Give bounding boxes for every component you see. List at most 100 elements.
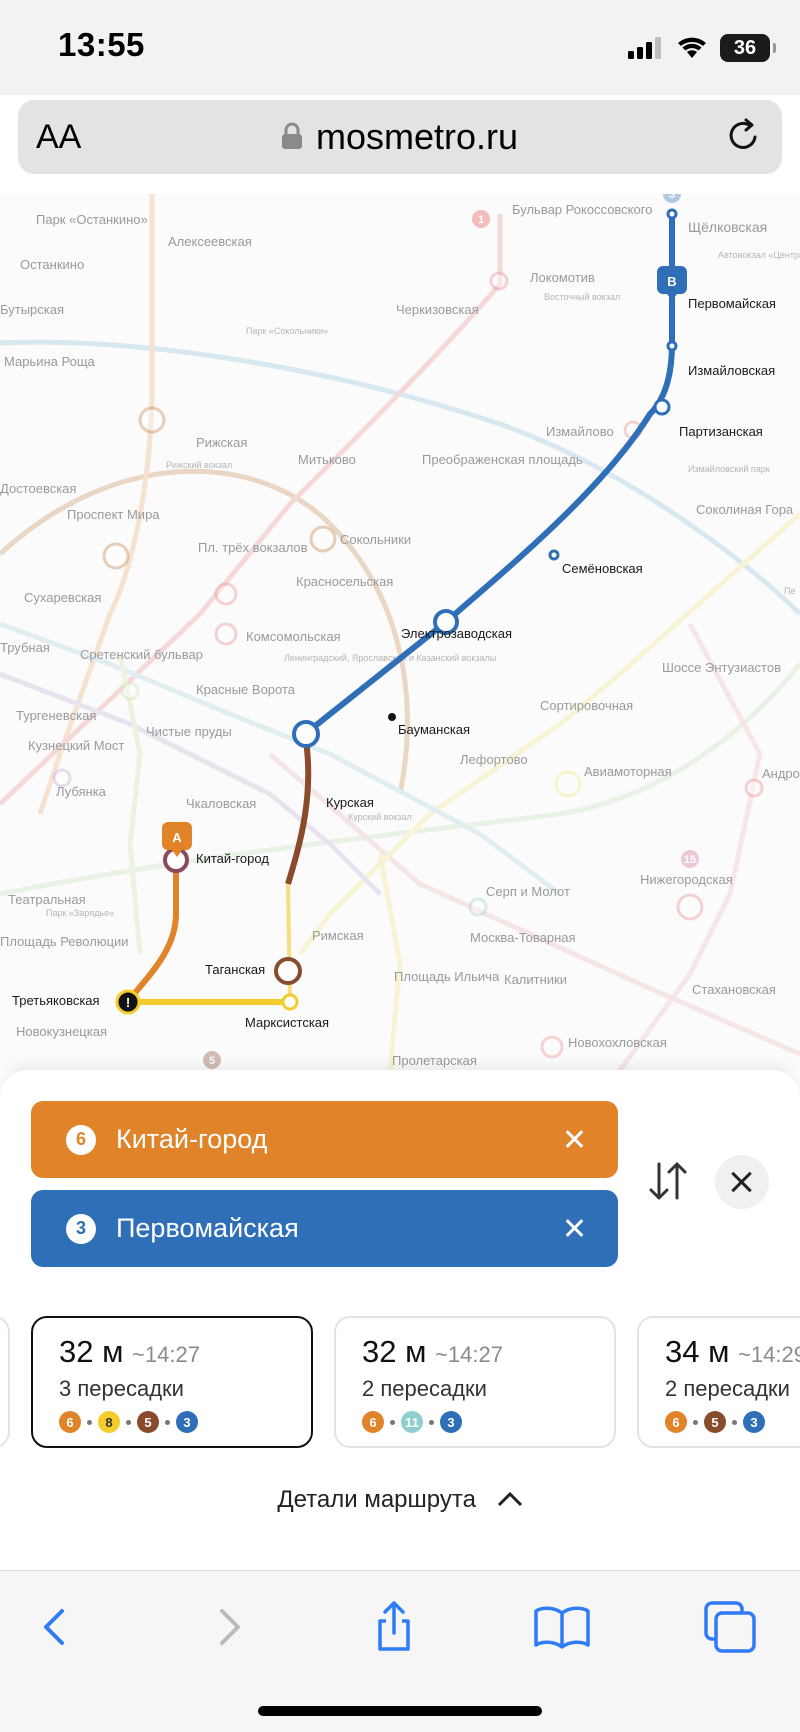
station-label: Измайлово (546, 424, 614, 439)
station-label: Останкино (20, 257, 84, 272)
chevron-up-icon (497, 1486, 523, 1514)
station-label: Марьина Роща (4, 354, 96, 369)
battery-icon: 36 (720, 34, 776, 62)
station-label: Лефортово (460, 752, 528, 767)
clear-to-button[interactable] (560, 1214, 590, 1244)
line-chip: 5 (137, 1411, 159, 1433)
station-label: Сокольники (340, 532, 411, 547)
line-chips: 6 8 5 3 (59, 1411, 198, 1433)
station-transfer-kurskaya[interactable] (292, 720, 320, 748)
station-dot[interactable] (666, 208, 678, 220)
status-bar: 13:55 36 (0, 0, 800, 95)
start-marker-label: A (172, 830, 182, 845)
route-station-label[interactable]: Таганская (205, 962, 265, 977)
station-label: Преображенская площадь (422, 452, 583, 467)
line-number-badge: 15 (684, 854, 696, 866)
station-label: Новохохловская (568, 1035, 667, 1050)
route-options[interactable]: 32 м ~14:27 3 пересадки 6 8 5 3 32 м ~14… (0, 1316, 800, 1450)
close-route-button[interactable] (715, 1155, 769, 1209)
route-station-label[interactable]: Курская (326, 795, 374, 810)
route-option[interactable]: 32 м ~14:27 3 пересадки 6 8 5 3 (31, 1316, 313, 1448)
station-dot[interactable] (388, 713, 396, 721)
route-station-label[interactable]: Семёновская (562, 561, 643, 576)
station-label: Стахановская (692, 982, 776, 997)
status-icons: 36 (628, 30, 776, 66)
landmark-label: Парк «Останкино» (36, 212, 148, 227)
landmark-label: Парк «Зарядье» (46, 908, 114, 918)
station-label: Нижегородская (640, 872, 733, 887)
chevron-left-icon[interactable] (26, 1597, 86, 1657)
chevron-right-icon[interactable] (198, 1597, 258, 1657)
duration: 32 м ~14:27 (59, 1334, 200, 1370)
station-label: Бутырская (0, 302, 64, 317)
reload-icon[interactable] (724, 116, 764, 156)
station-label: Бульвар Рокоссовского (512, 202, 652, 217)
line-number-badge: 5 (209, 1055, 215, 1067)
landmark-label: Ленинградский, Ярославский и Казанский в… (284, 653, 496, 663)
route-option-prev[interactable] (0, 1316, 10, 1448)
lock-icon (282, 122, 302, 149)
station-dot[interactable] (548, 549, 560, 561)
landmark-label: Парк «Сокольники» (246, 326, 328, 336)
station-label: Щёлковская (688, 219, 767, 235)
arrival-time: ~14:27 (132, 1342, 200, 1367)
route-station-label[interactable]: Измайловская (688, 363, 775, 378)
line-badge: 6 (66, 1124, 96, 1155)
station-label: Андро (762, 766, 800, 781)
transfers: 2 пересадки (665, 1376, 790, 1401)
route-station-label[interactable]: Бауманская (398, 722, 470, 737)
station-label: Кузнецкий Мост (28, 738, 124, 753)
line-chips: 6 5 3 (665, 1411, 765, 1433)
station-label: Комсомольская (246, 629, 341, 644)
route-option[interactable]: 34 м ~14:29 2 пересадки 6 5 3 (637, 1316, 800, 1448)
swap-arrows-icon[interactable] (645, 1158, 691, 1204)
route-station-label[interactable]: Третьяковская (12, 993, 100, 1008)
station-label: Трубная (0, 640, 50, 655)
station-dot[interactable] (666, 340, 678, 352)
metro-map[interactable]: Парк «Останкино» Алексеевская Останкино … (0, 194, 800, 1070)
clear-from-button[interactable] (560, 1125, 590, 1155)
wifi-icon (678, 37, 706, 58)
station-label: Пл. трёх вокзалов (198, 540, 308, 555)
landmark-label: Автовокзал «Центральный» (718, 250, 800, 260)
duration-value: 32 м (59, 1334, 124, 1369)
home-indicator (258, 1706, 542, 1716)
station-dot[interactable] (653, 398, 671, 416)
text-size-button[interactable]: AA (36, 118, 81, 157)
metro-map-svg[interactable]: Парк «Останкино» Алексеевская Останкино … (0, 194, 800, 1070)
station-label: Шоссе Энтузиастов (662, 660, 781, 675)
station-transfer-taganskaya[interactable] (274, 957, 302, 985)
station-label: Авиамоторная (584, 764, 672, 779)
station-label: Красные Ворота (196, 682, 296, 697)
station-label: Сретенский бульвар (80, 647, 203, 662)
route-station-label[interactable]: Китай-город (196, 851, 269, 866)
route-station-label[interactable]: Первомайская (688, 296, 776, 311)
book-icon[interactable] (532, 1597, 592, 1657)
station-label: Пролетарская (392, 1053, 477, 1068)
route-station-label[interactable]: Марксистская (245, 1015, 329, 1030)
station-label: Римская (312, 928, 364, 943)
from-station-field[interactable]: 6 Китай-город (31, 1101, 618, 1178)
station-label: Сухаревская (24, 590, 101, 605)
tabs-icon[interactable] (700, 1597, 760, 1657)
station-label: Серп и Молот (486, 884, 570, 899)
landmark-label: Измайловский парк (688, 464, 770, 474)
station-label: Митьково (298, 452, 356, 467)
route-station-label[interactable]: Электрозаводская (401, 626, 512, 641)
route-option[interactable]: 32 м ~14:27 2 пересадки 6 11 3 (334, 1316, 616, 1448)
to-station-name: Первомайская (116, 1213, 299, 1243)
station-label: Черкизовская (396, 302, 479, 317)
landmark-label: Курский вокзал (348, 812, 412, 822)
route-station-label[interactable]: Партизанская (679, 424, 763, 439)
station-label: Алексеевская (168, 234, 252, 249)
text-size-label: AA (36, 118, 82, 156)
url-text[interactable]: mosmetro.ru (316, 116, 518, 158)
station-dot[interactable] (281, 993, 299, 1011)
arrival-time: ~14:29 (738, 1342, 800, 1367)
share-icon[interactable] (364, 1597, 424, 1657)
address-bar[interactable]: AA mosmetro.ru (18, 100, 782, 174)
to-station-field[interactable]: 3 Первомайская (31, 1190, 618, 1267)
landmark-label: Восточный вокзал (544, 292, 620, 302)
route-details-toggle[interactable]: Детали маршрута (0, 1486, 800, 1514)
line-chip: 11 (401, 1411, 423, 1433)
